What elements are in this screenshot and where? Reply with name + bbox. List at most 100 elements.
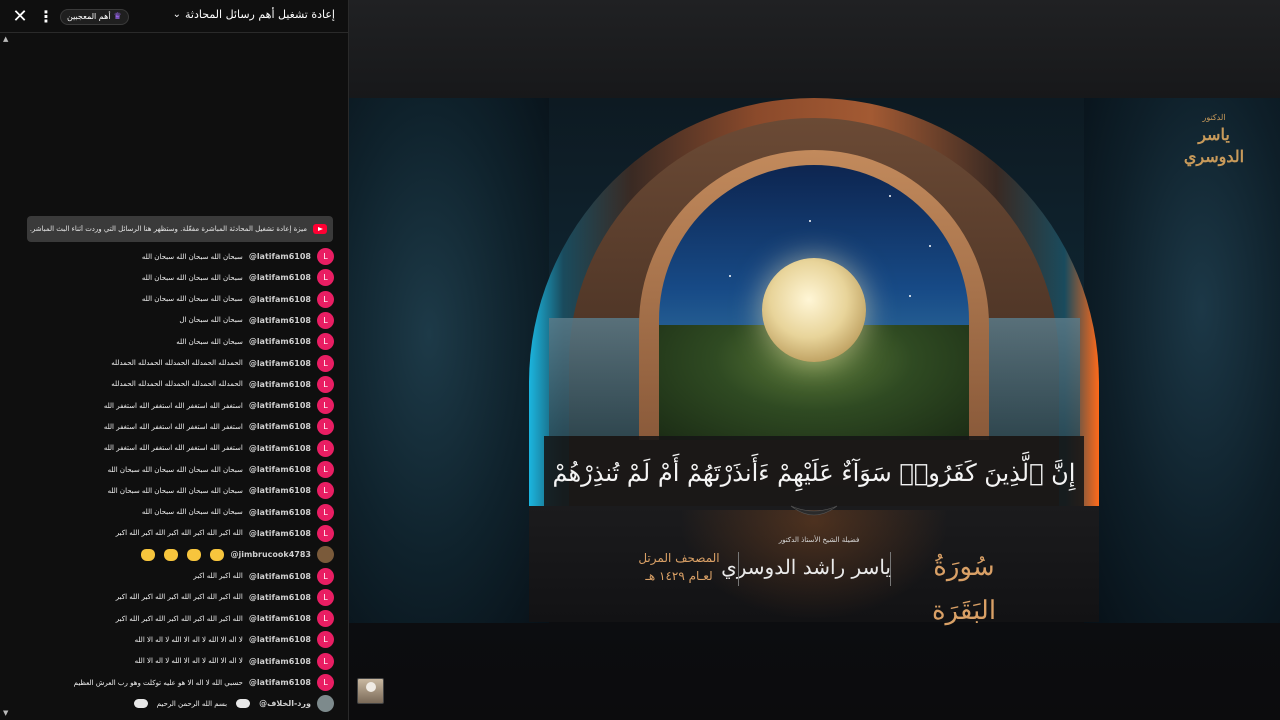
message-text: سبحان الله سبحان الله سبحان الله سبحان ا… [107, 465, 243, 474]
chat-message[interactable]: L @latifam6108 سبحان الله سبحان الله سبحان… [0, 267, 349, 288]
raised-hands-emoji-icon [141, 548, 156, 561]
top-fans-label: أهم المعجبين [67, 12, 111, 21]
avatar[interactable]: L [317, 652, 334, 670]
avatar[interactable]: L [317, 418, 334, 436]
star [929, 245, 931, 247]
mushaf-year: لعـام ١٤٢٩ هـ [645, 569, 713, 583]
chat-message[interactable]: L @latifam6108 سبحان الله سبحان الله سبحان… [0, 246, 349, 267]
cloud-emoji-icon [133, 699, 148, 709]
avatar[interactable]: L [317, 503, 334, 521]
avatar[interactable]: L [317, 375, 334, 393]
message-author[interactable]: @latifam6108 [249, 635, 311, 644]
chat-message[interactable]: @ورد-الخلاف بسم الله الرحمن الرحيم [0, 693, 349, 714]
chat-message[interactable]: L @latifam6108 الله اكبر الله اكبر الله اك… [0, 608, 349, 629]
chat-message[interactable]: L @latifam6108 لا اله الا الله لا اله الا … [0, 651, 349, 672]
message-author[interactable]: @latifam6108 [249, 486, 311, 495]
chat-message[interactable]: L @latifam6108 استغفر الله استغفر الله است… [0, 438, 349, 459]
message-author[interactable]: @latifam6108 [249, 273, 311, 282]
avatar[interactable]: L [317, 397, 334, 415]
chat-message[interactable]: @jimbrucook4783 [0, 544, 349, 565]
message-text: الحمدلله الحمدلله الحمدلله الحمدلله الحم… [111, 380, 243, 389]
message-author[interactable]: @latifam6108 [249, 401, 311, 410]
chat-message[interactable]: L @latifam6108 حسبي الله لا اله الا هو علي… [0, 672, 349, 693]
message-text: الله اكبر الله اكبر [193, 572, 243, 580]
star [729, 275, 731, 277]
chat-mode-dropdown[interactable]: إعادة تشغيل أهم رسائل المحادثة ⌄ [173, 8, 335, 21]
replay-banner-text: ميزة إعادة تشغيل المحادثة المباشرة مفعّل… [29, 225, 307, 233]
avatar[interactable]: L [317, 439, 334, 457]
message-author[interactable]: @latifam6108 [249, 657, 311, 666]
chat-message[interactable]: L @latifam6108 سبحان الله سبحان ال [0, 310, 349, 331]
channel-avatar[interactable] [357, 678, 384, 704]
message-author[interactable]: @latifam6108 [249, 465, 311, 474]
chat-message[interactable]: L @latifam6108 استغفر الله استغفر الله است… [0, 416, 349, 437]
message-text: الله اكبر الله اكبر الله اكبر الله اكبر … [115, 614, 243, 623]
chat-message[interactable]: L @latifam6108 استغفر الله استغفر الله است… [0, 395, 349, 416]
message-text: لا اله الا الله لا اله الا الله لا اله ا… [134, 635, 243, 644]
message-author[interactable]: @latifam6108 [249, 593, 311, 602]
video-player[interactable]: إِنَّ ٱلَّذِينَ كَفَرُوا۟ سَوَآءٌ عَلَيْ… [349, 0, 1280, 720]
message-author[interactable]: @latifam6108 [249, 614, 311, 623]
message-author[interactable]: @latifam6108 [249, 529, 311, 538]
message-text: سبحان الله سبحان الله سبحان الله [141, 273, 243, 282]
avatar[interactable]: L [317, 311, 334, 329]
youtube-icon [313, 224, 327, 234]
chat-message[interactable]: L @latifam6108 سبحان الله سبحان الله سبحان… [0, 480, 349, 501]
message-author[interactable]: @latifam6108 [249, 359, 311, 368]
avatar[interactable]: L [317, 290, 334, 308]
message-author[interactable]: @latifam6108 [249, 252, 311, 261]
avatar[interactable]: L [317, 248, 334, 265]
chat-message[interactable]: L @latifam6108 سبحان الله سبحان الله [0, 331, 349, 352]
message-text: حسبي الله لا اله الا هو عليه توكلت وهو ر… [73, 678, 243, 687]
message-author[interactable]: @latifam6108 [249, 295, 311, 304]
message-author[interactable]: @jimbrucook4783 [230, 550, 311, 559]
chat-header: ✕ ⋮ ♛ أهم المعجبين إعادة تشغيل أهم رسائل… [0, 0, 349, 33]
top-fans-chip[interactable]: ♛ أهم المعجبين [60, 9, 129, 25]
avatar[interactable]: L [317, 567, 334, 585]
chat-message[interactable]: L @latifam6108 الحمدلله الحمدلله الحمدلله … [0, 353, 349, 374]
message-author[interactable]: @ورد-الخلاف [259, 699, 311, 708]
avatar[interactable] [317, 695, 334, 713]
replay-banner: ميزة إعادة تشغيل المحادثة المباشرة مفعّل… [27, 216, 333, 242]
raised-hands-emoji-icon [210, 548, 225, 561]
scroll-up-arrow[interactable]: ▲ [3, 35, 8, 43]
star [699, 205, 701, 207]
avatar[interactable]: L [317, 610, 334, 628]
chat-message[interactable]: L @latifam6108 الحمدلله الحمدلله الحمدلله … [0, 374, 349, 395]
message-author[interactable]: @latifam6108 [249, 572, 311, 581]
avatar[interactable]: L [317, 674, 334, 691]
message-author[interactable]: @latifam6108 [249, 508, 311, 517]
more-options-icon[interactable]: ⋮ [38, 7, 54, 27]
mushaf-label: المصحف المرتل [638, 551, 720, 565]
star [809, 220, 811, 222]
message-author[interactable]: @latifam6108 [249, 337, 311, 346]
avatar[interactable]: L [317, 631, 334, 649]
avatar[interactable]: L [317, 354, 334, 372]
avatar[interactable]: L [317, 333, 334, 351]
chat-message[interactable]: L @latifam6108 الله اكبر الله اكبر الله اك… [0, 587, 349, 608]
chat-message[interactable]: L @latifam6108 سبحان الله سبحان الله سبحان… [0, 459, 349, 480]
avatar[interactable]: L [317, 269, 334, 287]
cloud-emoji-icon [236, 699, 251, 709]
chat-message[interactable]: L @latifam6108 الله اكبر الله اكبر الله اك… [0, 523, 349, 544]
quran-verse: إِنَّ ٱلَّذِينَ كَفَرُوا۟ سَوَآءٌ عَلَيْ… [552, 459, 1076, 487]
avatar[interactable] [317, 546, 334, 564]
avatar[interactable]: L [317, 524, 334, 542]
chat-message[interactable]: L @latifam6108 سبحان الله سبحان الله سبحان… [0, 502, 349, 523]
chevron-down-icon: ⌄ [172, 9, 182, 20]
message-text: سبحان الله سبحان الله [176, 337, 243, 346]
pillar-right [985, 318, 1080, 436]
avatar[interactable]: L [317, 482, 334, 500]
chat-message[interactable]: L @latifam6108 الله اكبر الله اكبر [0, 566, 349, 587]
chat-message[interactable]: L @latifam6108 سبحان الله سبحان الله سبحان… [0, 289, 349, 310]
avatar[interactable]: L [317, 588, 334, 606]
avatar[interactable]: L [317, 461, 334, 478]
message-author[interactable]: @latifam6108 [249, 422, 311, 431]
chat-message[interactable]: L @latifam6108 لا اله الا الله لا اله الا … [0, 629, 349, 650]
message-author[interactable]: @latifam6108 [249, 444, 311, 453]
pillar-left [549, 318, 644, 436]
message-author[interactable]: @latifam6108 [249, 380, 311, 389]
message-author[interactable]: @latifam6108 [249, 316, 311, 325]
message-author[interactable]: @latifam6108 [249, 678, 311, 687]
close-icon[interactable]: ✕ [10, 7, 30, 27]
